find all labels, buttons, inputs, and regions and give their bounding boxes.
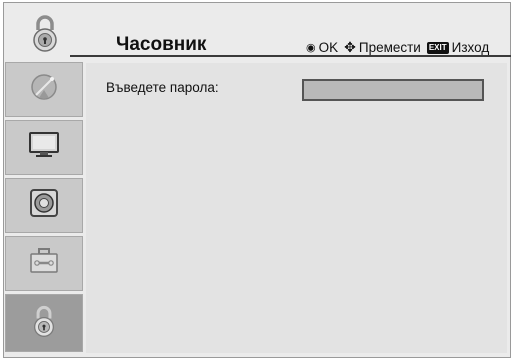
sidebar-item-settings[interactable] [5, 236, 83, 291]
sidebar-item-picture[interactable] [5, 120, 83, 175]
password-prompt-label: Въведете парола: [106, 80, 219, 95]
exit-key-icon: EXIT [426, 41, 449, 54]
move-arrows-icon: ✥ [344, 39, 356, 55]
content-panel [86, 63, 507, 353]
header-divider [70, 55, 511, 57]
speaker-icon [29, 188, 59, 223]
sidebar-item-channels[interactable] [5, 62, 83, 117]
exit-hint-label: Изход [451, 40, 490, 55]
sidebar-item-sound[interactable] [5, 178, 83, 233]
page-title: Часовник [116, 34, 207, 55]
sidebar-item-lock[interactable] [5, 294, 83, 352]
ok-button-icon: ◉ [306, 42, 316, 54]
tv-monitor-icon [27, 130, 61, 165]
sidebar [5, 62, 84, 352]
key-hints: ◉ OK ✥ Премести EXIT Изход [306, 39, 489, 56]
password-field[interactable] [302, 79, 484, 101]
padlock-icon [31, 304, 57, 343]
satellite-dish-icon [27, 70, 61, 109]
padlock-icon [14, 8, 76, 58]
ok-hint-label: OK [318, 40, 339, 55]
move-hint-label: Премести [358, 40, 421, 55]
toolbox-icon [28, 246, 60, 281]
